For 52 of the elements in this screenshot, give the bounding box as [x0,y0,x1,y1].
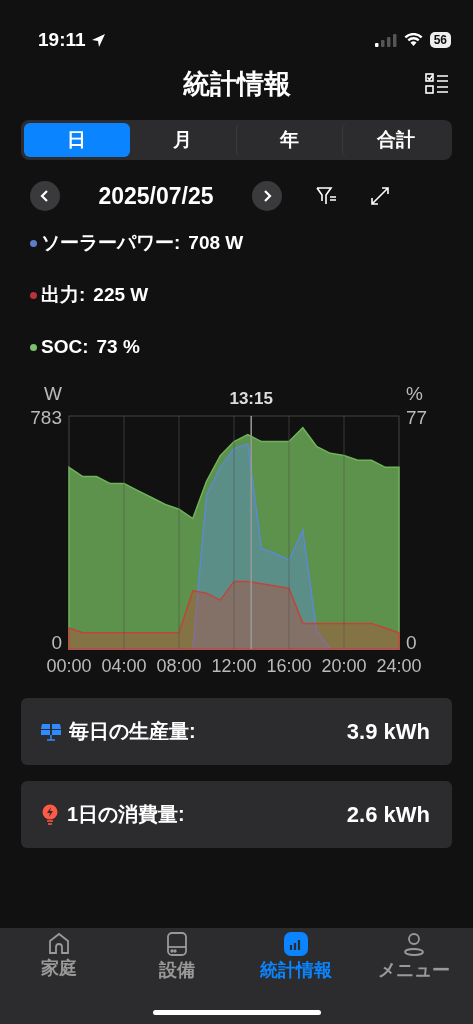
legend-value: 225 W [93,284,149,306]
chevron-left-icon [39,189,51,203]
legend-label: ソーラーパワー: [41,231,181,255]
y-axis-label: 0 [406,632,417,653]
tab-bar-item[interactable]: 設備 [118,932,237,992]
x-axis-label: 04:00 [101,656,147,676]
wifi-icon [403,33,423,47]
summary-value: 2.6 kWh [346,801,430,828]
status-time: 19:11 [38,29,86,51]
tab-bar-item[interactable]: 家庭 [0,932,119,992]
period-tab[interactable]: 年 [235,123,343,157]
chevron-right-icon [261,189,273,203]
filter-icon[interactable] [316,186,338,206]
x-axis-label: 20:00 [321,656,367,676]
summary-value: 3.9 kWh [346,718,430,745]
summary-label: 毎日の生産量: [69,719,196,744]
x-axis-label: 08:00 [156,656,202,676]
solar-panel-icon [41,722,61,741]
bar-chart-icon [283,932,308,956]
x-axis-label: 00:00 [46,656,92,676]
tab-bar-item[interactable]: メニュー [354,932,473,992]
home-icon [47,932,72,954]
next-day-button[interactable] [252,181,282,211]
location-arrow-icon [90,32,106,48]
x-axis-label: 16:00 [266,656,312,676]
legend-label: 出力: [41,283,86,307]
period-tab[interactable]: 日 [24,123,130,157]
signal-icon [374,33,397,47]
checklist-icon[interactable] [425,72,449,96]
expand-icon[interactable] [370,186,390,206]
page-title: 統計情報 [182,68,291,101]
legend-label: SOC: [41,336,89,358]
period-tab[interactable]: 合計 [342,123,449,157]
person-icon [401,932,426,956]
x-axis-label: 12:00 [211,656,257,676]
tab-bar-item[interactable]: 統計情報 [236,932,355,992]
cursor-time-label: 13:15 [229,389,273,408]
y-axis-label: 783 [30,407,62,428]
x-axis-label: 24:00 [376,656,422,676]
summary-label: 1日の消費量: [67,802,185,827]
y-axis-unit: % [406,383,423,404]
date-label: 2025/07/25 [97,182,215,210]
y-axis-label: 0 [51,632,62,653]
legend-value: 73 % [96,336,140,358]
lightbulb-icon [41,803,59,826]
legend-value: 708 W [188,232,244,254]
period-tab[interactable]: 月 [129,123,236,157]
y-axis-unit: W [44,383,62,404]
y-axis-label: 77 [406,407,428,428]
drive-icon [166,932,189,956]
battery-level: 56 [429,32,451,48]
previous-day-button[interactable] [30,181,60,211]
